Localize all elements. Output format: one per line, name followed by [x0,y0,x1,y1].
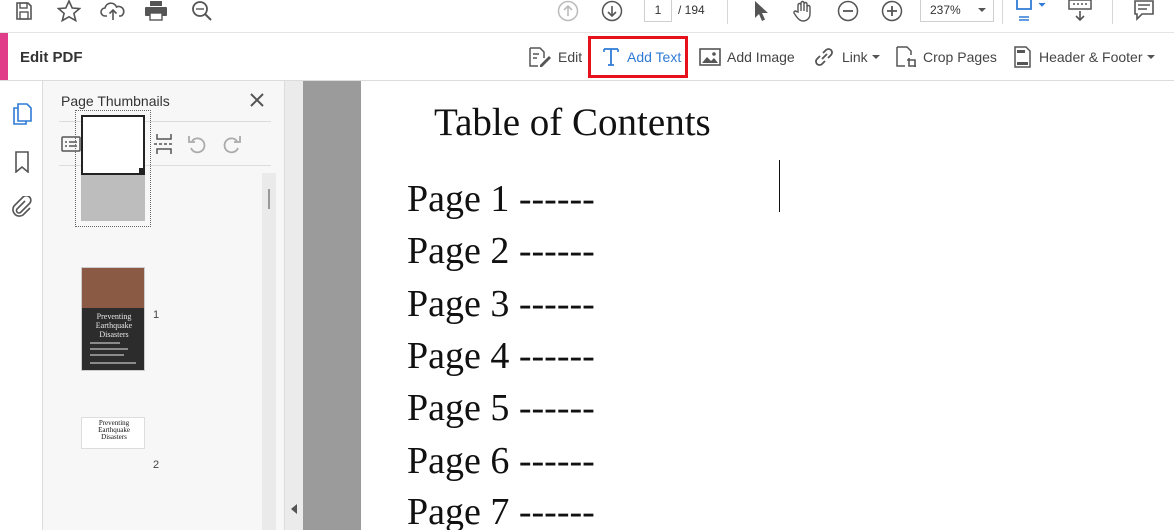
scrollbar-thumb[interactable] [268,189,270,209]
close-icon[interactable] [249,92,265,108]
thumbnail-page-3[interactable]: Preventing Earthquake Disasters [81,417,145,449]
chevron-down-icon [871,55,880,59]
rotate-left-icon [188,136,206,154]
toc-line[interactable]: Page 3 ------ [407,282,595,326]
insert-page-button[interactable] [153,131,175,157]
search-icon[interactable] [189,0,215,22]
select-arrow-icon[interactable] [748,0,772,22]
left-navigation-rail [0,81,43,530]
header-footer-button[interactable]: Header & Footer [1013,45,1155,69]
read-mode-icon[interactable] [1066,0,1094,22]
cloud-upload-icon[interactable] [100,0,126,22]
comment-icon[interactable] [1132,0,1156,22]
thumbnail-page-2[interactable]: Preventing Earthquake Disasters [81,267,145,371]
cover-title: Preventing Earthquake Disasters [98,419,130,441]
document-title[interactable]: Table of Contents [434,100,711,145]
previous-page-icon[interactable] [556,0,580,22]
thumbnail-viewport-box[interactable] [81,115,145,175]
toc-line[interactable]: Page 2 ------ [407,229,595,273]
toolbar-divider [1002,0,1003,24]
print-icon[interactable] [143,0,169,22]
cover-text-line [90,342,120,344]
edit-tool-button[interactable]: Edit [528,45,582,69]
toc-line[interactable]: Page 6 ------ [407,439,595,483]
hand-tool-icon[interactable] [791,0,817,22]
toolbar-divider [727,0,728,24]
page-gutter [303,81,361,530]
rotate-right-icon [223,136,241,154]
link-icon [815,48,833,66]
crop-pages-label: Crop Pages [923,49,997,65]
zoom-level-dropdown[interactable]: 237% [920,0,994,22]
chevron-down-icon [978,8,986,12]
top-toolbar: 1 / 194 237% [0,0,1174,33]
viewport-resize-handle[interactable] [139,168,145,174]
zoom-in-icon[interactable] [880,0,904,22]
toc-line[interactable]: Page 4 ------ [407,334,595,378]
edit-icon [529,47,551,67]
chevron-down-icon [1146,55,1155,59]
add-image-button[interactable]: Add Image [699,45,795,69]
crop-pages-button[interactable]: Crop Pages [895,45,997,69]
cover-image [82,268,144,308]
cover-text-line [90,354,124,356]
panel-title: Page Thumbnails [61,93,170,109]
image-icon [699,48,721,66]
edit-pdf-accent [0,33,8,80]
zoom-out-icon[interactable] [836,0,860,22]
save-icon[interactable] [12,0,36,22]
bookmark-icon[interactable] [11,151,33,173]
page-number-input[interactable]: 1 [644,0,672,22]
rotate-left-button[interactable] [186,131,208,157]
header-footer-label: Header & Footer [1039,49,1143,65]
page-total: / 194 [678,3,705,17]
thumbnail-label: 1 [152,309,160,321]
link-button[interactable]: Link [812,45,880,69]
cover-title: Preventing Earthquake Disasters [95,312,133,339]
crop-icon [896,46,916,67]
page-display-icon[interactable] [1012,0,1048,22]
star-icon[interactable] [56,0,82,22]
edit-pdf-title: Edit PDF [20,49,83,66]
next-page-icon[interactable] [600,0,624,22]
text-cursor [779,160,780,212]
toc-line[interactable]: Page 5 ------ [407,386,595,430]
cover-text-line [90,362,136,364]
rotate-right-button[interactable] [221,131,243,157]
zoom-level-value: 237% [930,3,961,17]
edit-pdf-toolbar: Edit PDF Edit Add Text Add Image Link Cr… [0,33,1174,81]
cover-text-line [90,348,128,350]
page-thumbnails-icon[interactable] [11,103,33,125]
toc-line[interactable]: Page 1 ------ [407,177,595,221]
insert-page-icon [154,134,174,154]
add-text-highlight [588,36,688,78]
add-image-label: Add Image [727,49,795,65]
edit-tool-label: Edit [558,49,583,65]
attachment-icon[interactable] [11,196,33,218]
thumbnails-scrollbar[interactable] [262,173,276,530]
collapse-left-icon[interactable] [291,504,297,514]
document-icon [1014,46,1031,68]
toolbar-divider [1112,0,1113,24]
link-label: Link [842,49,868,65]
toc-line[interactable]: Page 7 ------ [407,490,595,530]
panel-collapse-strip[interactable] [285,81,303,530]
thumbnail-label: 2 [152,459,160,471]
